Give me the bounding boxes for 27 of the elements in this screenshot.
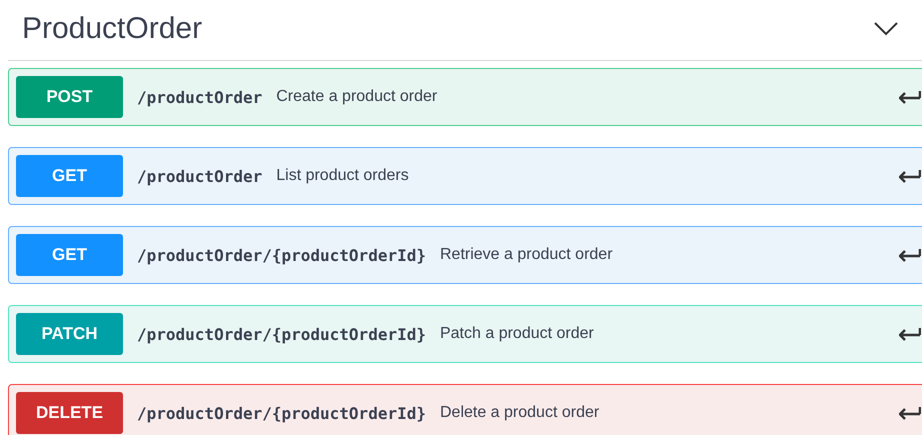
- chevron-icon[interactable]: [874, 22, 898, 36]
- return-arrow-icon: [899, 327, 921, 341]
- endpoint-path: /productOrder/{productOrderId}: [137, 324, 426, 344]
- operation-row[interactable]: DELETE /productOrder/{productOrderId} Delete a product order: [8, 384, 922, 435]
- endpoint-path: /productOrder: [137, 166, 262, 186]
- operation-row[interactable]: GET /productOrder/{productOrderId} Retrieve a product order: [8, 226, 922, 284]
- operation-summary: Patch a product order: [440, 325, 595, 343]
- return-arrow-icon: [899, 169, 921, 183]
- method-badge: DELETE: [16, 392, 123, 434]
- operation-summary: Create a product order: [276, 88, 438, 106]
- operation-summary: List product orders: [276, 167, 410, 185]
- method-badge: PATCH: [16, 313, 123, 355]
- method-badge: GET: [16, 155, 123, 197]
- operation-summary: Delete a product order: [440, 404, 600, 422]
- endpoint-path: /productOrder/{productOrderId}: [137, 246, 426, 264]
- endpoint-path: /productOrder/{productOrderId}: [137, 404, 426, 422]
- return-arrow-icon: [899, 90, 921, 104]
- method-badge: POST: [16, 76, 123, 118]
- operation-row[interactable]: POST /productOrder Create a product order: [8, 68, 922, 126]
- operation-summary: Retrieve a product order: [440, 246, 614, 264]
- section-title[interactable]: ProductOrder: [22, 12, 202, 46]
- endpoint-path: /productOrder: [137, 88, 262, 106]
- operation-row[interactable]: GET /productOrder List product orders: [8, 147, 922, 205]
- operation-row[interactable]: PATCH /productOrder/{productOrderId} Patch a product order: [8, 305, 922, 363]
- return-arrow-icon: [899, 248, 921, 262]
- method-badge: GET: [16, 234, 123, 276]
- return-arrow-icon: [899, 406, 921, 420]
